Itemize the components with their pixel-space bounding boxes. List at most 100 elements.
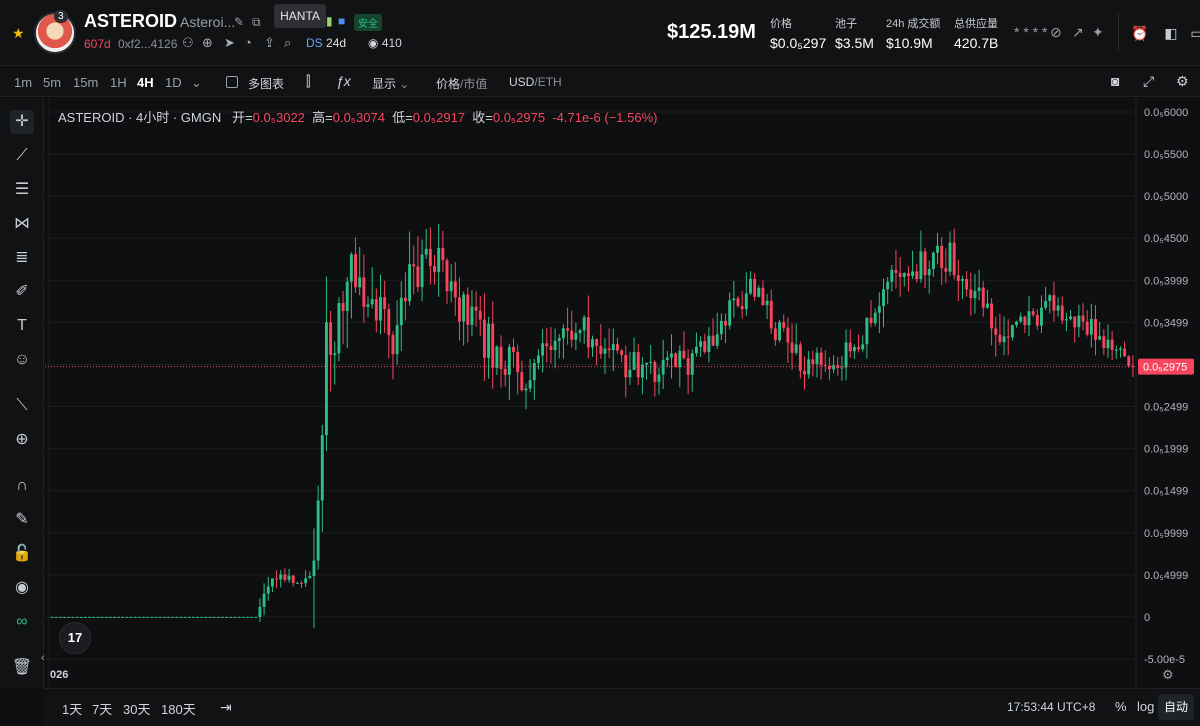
tradingview-logo[interactable]: 17 [59,622,91,654]
candle-body [482,319,486,358]
candle-body [445,260,449,292]
multi-chart-label[interactable]: 多图表 [248,75,284,92]
clock[interactable]: 17:53:44 UTC+8 [1007,700,1095,714]
favorite-star-icon[interactable]: ★ [12,25,25,42]
dexscreener-badge[interactable]: DS 24d [306,36,346,50]
candle-body [690,353,694,375]
horizontal-lines-icon[interactable]: ☰ [10,178,34,202]
telegram-icon[interactable]: ➤ [224,35,235,51]
timeframe-4h[interactable]: 4H [137,75,154,90]
candle-body [1064,319,1068,321]
candle-body [956,275,960,281]
candle-body [736,298,740,307]
candle-body [744,293,748,310]
chart-toolbar: 1m 5m 15m 1H 4H 1D ⌄ 多图表 ⫿ ƒx 显示 ⌄ 价格/市值… [0,67,1200,97]
date-range-icon[interactable]: ⇥ [220,699,232,716]
indicators-icon[interactable]: ƒx [336,73,351,89]
candle-body [63,616,67,618]
percent-toggle[interactable]: % [1115,699,1127,714]
lock-drawing-icon[interactable]: ✎ [10,508,34,532]
currency-toggle[interactable]: USD/ETH [509,75,562,89]
range-30d[interactable]: 30天 [123,699,150,718]
panel-toggle-icon[interactable]: ◧ [1158,20,1184,46]
candle-body [977,287,981,291]
candle-type-icon[interactable]: ⫿ [306,73,310,90]
price-mcap-toggle[interactable]: 价格/市值 [436,75,487,92]
candle-body [441,247,445,261]
candle-body [711,335,715,346]
candle-body [844,342,848,368]
crosshair-icon[interactable]: ✛ [10,110,34,134]
fib-icon[interactable]: ≣ [10,246,34,270]
candle-body [121,616,125,618]
trendline-icon[interactable]: ⟋ [10,144,34,168]
candle-body [79,616,83,618]
edit-icon[interactable]: ✎ [234,15,244,29]
timeframe-1d[interactable]: 1D [165,75,182,90]
fullscreen-icon[interactable]: ⤢ [1143,73,1154,90]
multi-chart-checkbox[interactable] [226,76,238,88]
holders-icon[interactable]: ⚇ [182,35,194,51]
link-icon[interactable]: ∞ [10,610,34,634]
trash-icon[interactable]: 🗑 [10,656,34,680]
hidden-values: * * * * [1014,24,1048,40]
candle-body [740,306,744,310]
candle-body [528,380,532,389]
range-1d[interactable]: 1天 [62,699,82,718]
copy-icon[interactable]: ⧉ [252,15,261,30]
alarm-icon[interactable]: ⏰ [1127,20,1153,46]
candle-body [312,560,316,577]
hide-icon[interactable]: ⊘ [1050,24,1062,41]
ruler-icon[interactable]: ⟍ [10,394,34,418]
candlestick-chart[interactable]: 0.0₅6000 0.0₅5500 0.0₅5000 0.0₅4500 0.0₅3999… [45,98,1200,688]
y-tick-label: 0.0₅5500 [1144,149,1188,161]
text-icon[interactable]: T [10,314,34,338]
candle-body [823,365,827,367]
divider [1118,14,1119,50]
contract-address[interactable]: 0xf2...4126 [118,37,177,51]
candle-body [719,320,723,335]
candle-body [179,616,183,618]
timeframe-1h[interactable]: 1H [110,75,127,90]
pin-icon[interactable]: ✦ [1092,24,1104,41]
camera-icon[interactable]: ◙ [1111,73,1119,89]
candle-body [329,322,333,356]
brush-icon[interactable]: ✐ [10,280,34,304]
zoom-in-icon[interactable]: ⊕ [10,428,34,452]
search-icon[interactable]: ⌕ [284,35,291,51]
candle-body [703,341,707,352]
candle-body [96,616,100,618]
axis-settings-icon[interactable]: ⚙ [1162,667,1174,683]
candle-body [532,363,536,381]
timeframe-1m[interactable]: 1m [14,75,32,90]
visibility-icon[interactable]: ◉ [10,576,34,600]
website-icon[interactable]: ⊕ [202,35,213,51]
candle-body [399,297,403,326]
timeframe-5m[interactable]: 5m [43,75,61,90]
candle-body [657,374,661,382]
settings-icon[interactable]: ⚙ [1176,73,1189,90]
share-icon[interactable]: ⇪ [264,35,275,51]
display-menu[interactable]: 显示 ⌄ [372,75,409,92]
range-7d[interactable]: 7天 [92,699,112,718]
range-180d[interactable]: 180天 [161,699,196,718]
candle-body [778,322,782,341]
layout-icon[interactable]: ▭ [1184,20,1200,46]
chart-link-icon[interactable]: ◔ [244,35,252,50]
auto-scale-toggle[interactable]: 自动 [1158,694,1194,720]
emoji-icon[interactable]: ☺ [10,348,34,372]
verified-icon: ■ [338,14,346,28]
log-toggle[interactable]: log [1137,699,1154,714]
timeframe-15m[interactable]: 15m [73,75,98,90]
drawing-toolbar: ✛ ⟋ ☰ ⋈ ≣ ✐ T ☺ ⟍ ⊕ ∩ ✎ 🔓 ◉ ∞ 🗑 [0,98,44,688]
candle-body [71,616,75,618]
magnet-icon[interactable]: ∩ [10,474,34,498]
collapse-toolbar-icon[interactable]: ‹ [41,652,45,664]
lock-icon[interactable]: 🔓 [10,542,34,566]
candle-body [865,317,869,345]
pattern-icon[interactable]: ⋈ [10,212,34,236]
external-link-icon[interactable]: ↗ [1072,24,1084,41]
timeframe-dropdown-icon[interactable]: ⌄ [191,75,202,91]
candle-body [574,333,578,340]
market-cap: $125.19M [667,21,756,43]
